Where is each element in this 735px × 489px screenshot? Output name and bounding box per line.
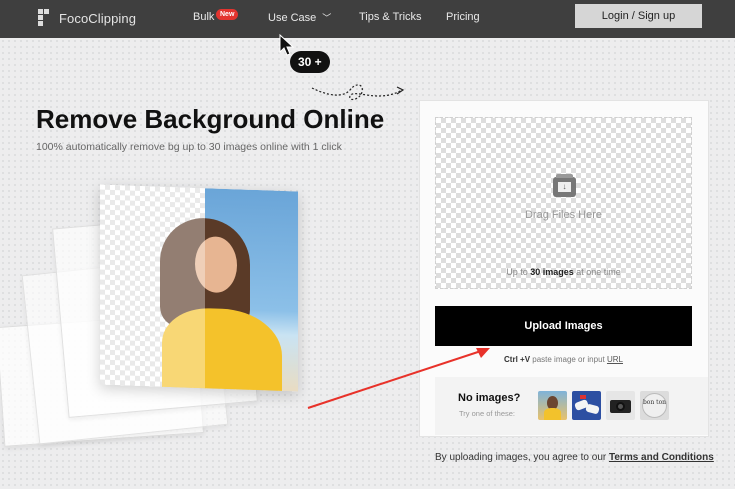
limit-prefix: Up to	[506, 267, 531, 277]
logo-mark-icon	[38, 9, 52, 27]
terms-prefix: By uploading images, you agree to our	[435, 452, 609, 463]
sample-thumb-camera[interactable]	[606, 391, 635, 420]
upload-limit-text: Up to 30 images at one time	[435, 267, 692, 277]
dashed-arrow-icon	[311, 84, 405, 101]
transparent-overlay	[100, 184, 205, 389]
terms-notice: By uploading images, you agree to our Te…	[435, 452, 714, 463]
terms-link[interactable]: Terms and Conditions	[609, 452, 714, 463]
brand-logo[interactable]: FocoClipping	[38, 9, 136, 27]
sample-thumb-bonton[interactable]: bon ton	[640, 391, 669, 420]
url-link[interactable]: URL	[607, 355, 623, 364]
sample-thumb-woman[interactable]	[538, 391, 567, 420]
chevron-down-icon: ﹀	[322, 13, 332, 23]
nav-item-pricing[interactable]: Pricing	[446, 11, 480, 23]
before-after-photo	[100, 184, 298, 392]
login-signup-button[interactable]: Login / Sign up	[575, 4, 702, 28]
limit-count: 30 images	[530, 267, 574, 277]
paste-text: paste image or input	[530, 355, 607, 364]
nav-item-bulk[interactable]: Bulk	[193, 11, 214, 23]
bonton-logo-text: bon ton	[642, 399, 667, 406]
hero-illustration	[0, 180, 420, 460]
annotation-arrow-icon	[307, 348, 490, 409]
nav-item-tips-tricks[interactable]: Tips & Tricks	[359, 11, 422, 23]
nav-item-use-case[interactable]: Use Case ﹀	[268, 11, 331, 24]
drop-zone-text: Drag Files Here	[524, 209, 603, 221]
top-navbar: FocoClipping Bulk New Use Case ﹀ Tips & T…	[0, 0, 735, 38]
new-badge: New	[216, 9, 239, 20]
limit-suffix: at one time	[573, 267, 621, 277]
image-count-badge: 30 +	[290, 51, 330, 73]
sample-thumb-sneakers[interactable]	[572, 391, 601, 420]
brand-name: FocoClipping	[59, 10, 137, 26]
paste-shortcut: Ctrl +V	[504, 355, 531, 364]
page-subtitle: 100% automatically remove bg up to 30 im…	[36, 141, 342, 153]
nav-item-use-case-label: Use Case	[268, 12, 317, 24]
drop-zone[interactable]	[435, 117, 692, 289]
upload-tray-icon: ↓	[553, 174, 576, 197]
